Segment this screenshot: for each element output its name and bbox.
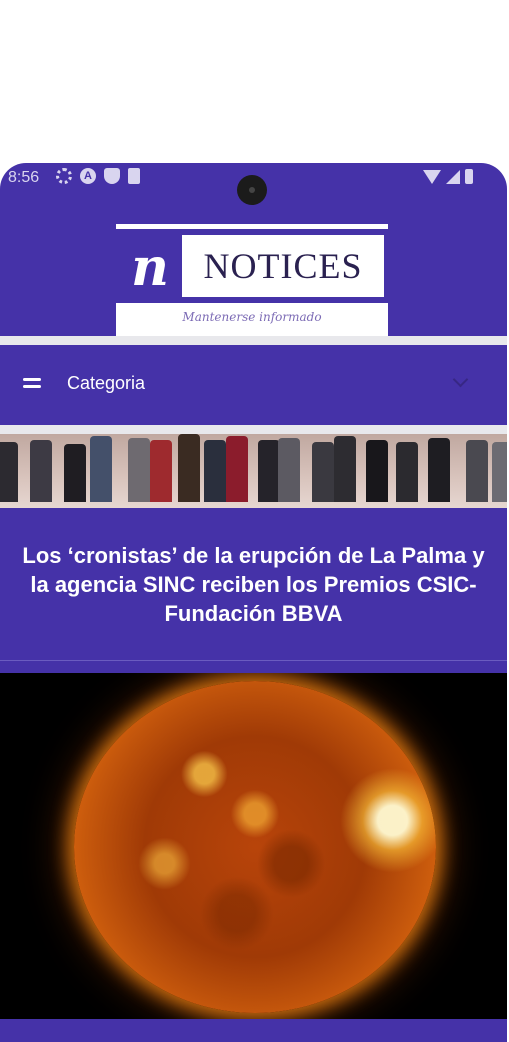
- person-figure: [492, 442, 507, 502]
- person-figure: [226, 436, 248, 502]
- signal-icon: [446, 170, 460, 184]
- logo-top-bar: [116, 224, 388, 229]
- status-bar: 8:56 A: [0, 163, 507, 205]
- article-headline-card[interactable]: Los ‘cronistas’ de la erupción de La Pal…: [0, 508, 507, 660]
- person-figure: [258, 440, 280, 502]
- logo-subtitle: Mantenerse informado: [116, 303, 388, 336]
- battery-icon: [465, 169, 473, 184]
- divider-strip-top: [0, 336, 507, 345]
- shield-icon: [104, 168, 120, 184]
- article-divider: [0, 660, 507, 661]
- logo-title-box: NOTICES: [182, 235, 384, 297]
- person-figure: [204, 440, 226, 502]
- person-figure: [178, 434, 200, 502]
- person-figure: [150, 440, 172, 502]
- sun-picture: [74, 681, 436, 1013]
- category-label[interactable]: Categoria: [67, 373, 145, 394]
- person-figure: [278, 438, 300, 502]
- person-figure: [64, 444, 86, 502]
- status-icons-right: [423, 169, 473, 184]
- person-figure: [396, 442, 418, 502]
- app-screen: 8:56 A n NOTICES Mantenerse informado Ca…: [0, 163, 507, 1042]
- article-image-people[interactable]: [0, 434, 507, 508]
- menu-icon[interactable]: [23, 378, 41, 390]
- person-figure: [312, 442, 334, 502]
- a-icon: A: [80, 168, 96, 184]
- app-logo: n NOTICES Mantenerse informado: [116, 224, 388, 336]
- person-figure: [428, 438, 450, 502]
- logo-mark: n: [131, 237, 169, 298]
- person-figure: [0, 442, 18, 502]
- person-figure: [466, 440, 488, 502]
- wifi-icon: [423, 170, 441, 184]
- person-figure: [30, 440, 52, 502]
- sd-card-icon: [128, 168, 140, 184]
- person-figure: [366, 440, 388, 502]
- status-time: 8:56: [8, 169, 40, 186]
- chevron-down-icon[interactable]: [452, 371, 469, 388]
- front-camera: [237, 175, 267, 205]
- next-article-card[interactable]: [0, 1019, 507, 1042]
- article-image-sun[interactable]: [0, 673, 507, 1019]
- article-headline[interactable]: Los ‘cronistas’ de la erupción de La Pal…: [0, 541, 507, 628]
- person-figure: [334, 436, 356, 502]
- divider-strip-bottom: [0, 425, 507, 434]
- person-figure: [128, 438, 150, 502]
- logo-title: NOTICES: [203, 246, 363, 286]
- category-navbar: Categoria: [0, 345, 507, 425]
- gear-icon: [56, 168, 72, 184]
- status-icons-left: A: [56, 168, 140, 184]
- person-figure: [90, 436, 112, 502]
